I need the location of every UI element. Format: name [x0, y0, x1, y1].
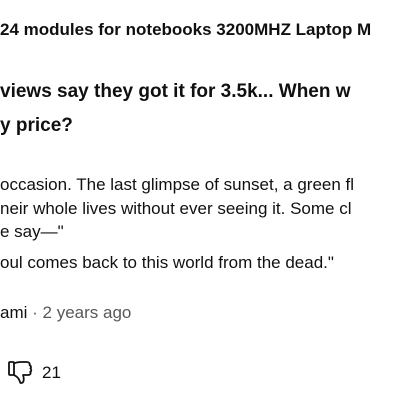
question-text-line-2: y price? [0, 115, 73, 136]
answer-text-line-4: oul comes back to this world from the de… [0, 253, 334, 272]
answer-text-line-1: occasion. The last glimpse of sunset, a … [0, 175, 355, 194]
answer-author: ami [0, 303, 28, 322]
product-title[interactable]: 24 modules for notebooks 3200MHZ Laptop … [0, 18, 371, 42]
vote-count: 21 [42, 363, 61, 382]
answer-meta: ami · 2 years ago [0, 301, 131, 325]
question-text-line-1: views say they got it for 3.5k... When w [0, 81, 351, 102]
thumbs-down-icon [6, 358, 34, 388]
answer-text-line-2: neir whole lives without ever seeing it.… [0, 199, 352, 218]
answer-time: 2 years ago [42, 303, 132, 322]
meta-separator: · [32, 303, 38, 322]
downvote-button[interactable]: 21 [6, 356, 61, 390]
answer-text-line-3: e say—" [0, 222, 64, 241]
